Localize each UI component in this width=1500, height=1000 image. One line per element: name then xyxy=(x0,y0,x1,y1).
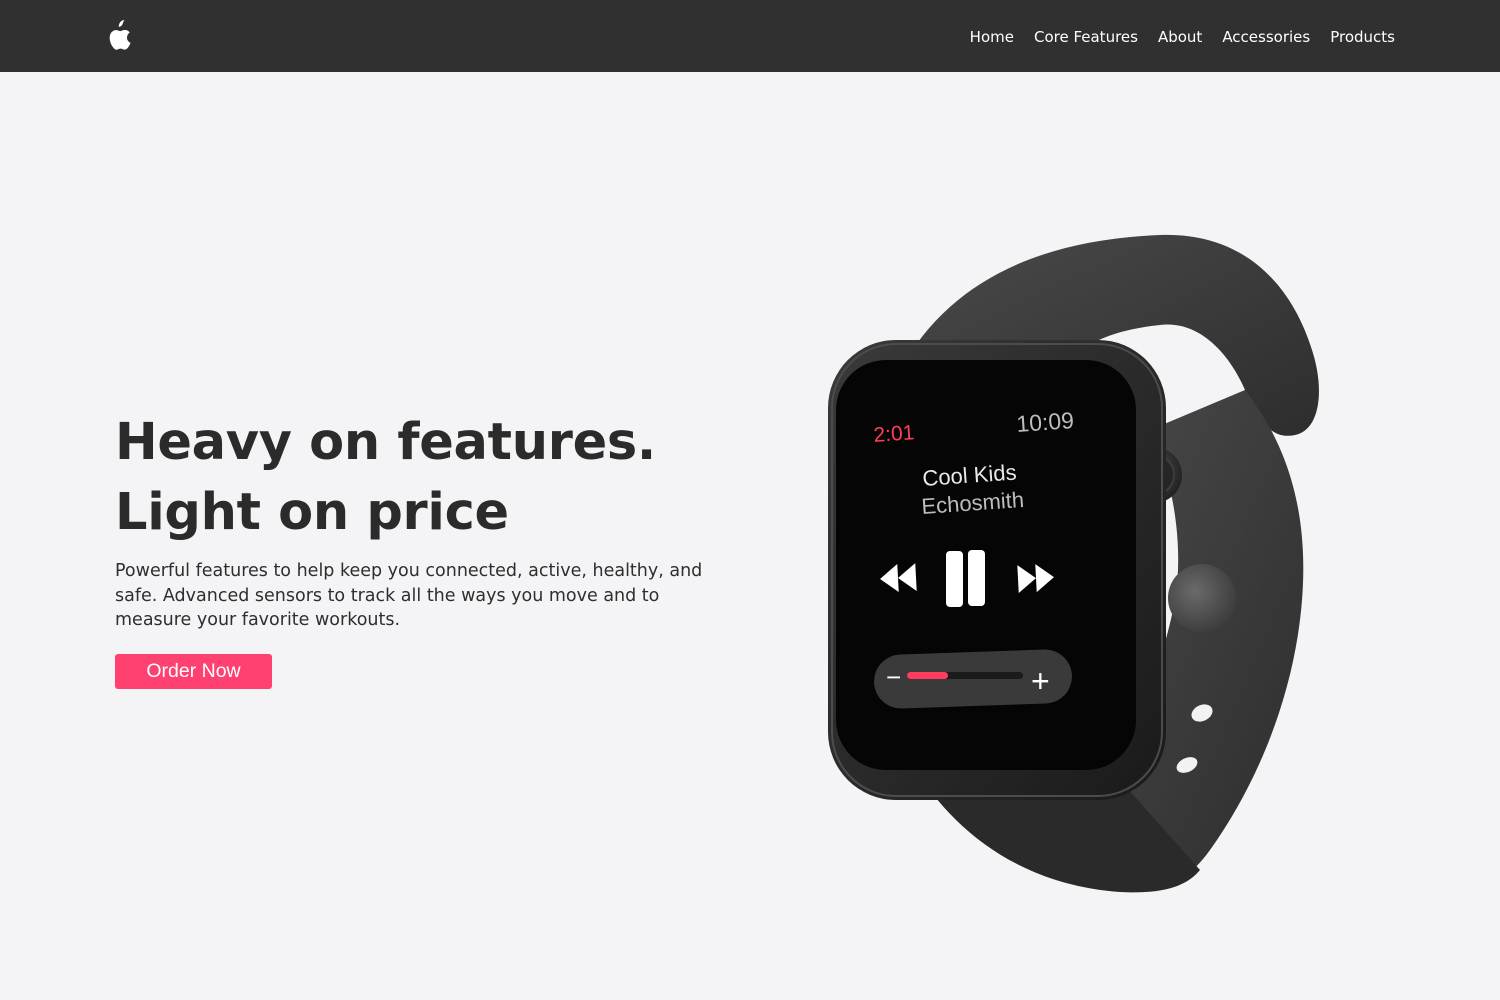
apple-logo-icon[interactable] xyxy=(104,20,132,53)
watch-elapsed-time: 2:01 xyxy=(873,421,915,447)
nav-link-about[interactable]: About xyxy=(1158,28,1202,46)
watch-product-image: 2:01 10:09 Cool Kids Echosmith − + xyxy=(828,234,1319,893)
volume-minus-icon: − xyxy=(886,662,901,692)
nav-link-home[interactable]: Home xyxy=(970,28,1014,46)
volume-level xyxy=(907,672,948,679)
volume-control[interactable]: − + xyxy=(873,649,1073,710)
watch-screen xyxy=(836,360,1136,770)
hero-section: Heavy on features. Light on price Powerf… xyxy=(115,408,755,689)
volume-plus-icon: + xyxy=(1031,663,1050,699)
hero-description: Powerful features to help keep you conne… xyxy=(115,561,703,630)
watch-clock: 10:09 xyxy=(1016,407,1075,437)
hero-title: Heavy on features. Light on price xyxy=(115,413,656,542)
nav-link-products[interactable]: Products xyxy=(1330,28,1395,46)
order-now-button[interactable]: Order Now xyxy=(115,653,272,689)
nav-link-accessories[interactable]: Accessories xyxy=(1222,28,1310,46)
watch-back-sensor xyxy=(1168,564,1236,632)
nav-links: Home Core Features About Accessories Pro… xyxy=(950,0,1395,72)
navbar: Home Core Features About Accessories Pro… xyxy=(0,0,1500,72)
nav-link-core-features[interactable]: Core Features xyxy=(1034,28,1138,46)
